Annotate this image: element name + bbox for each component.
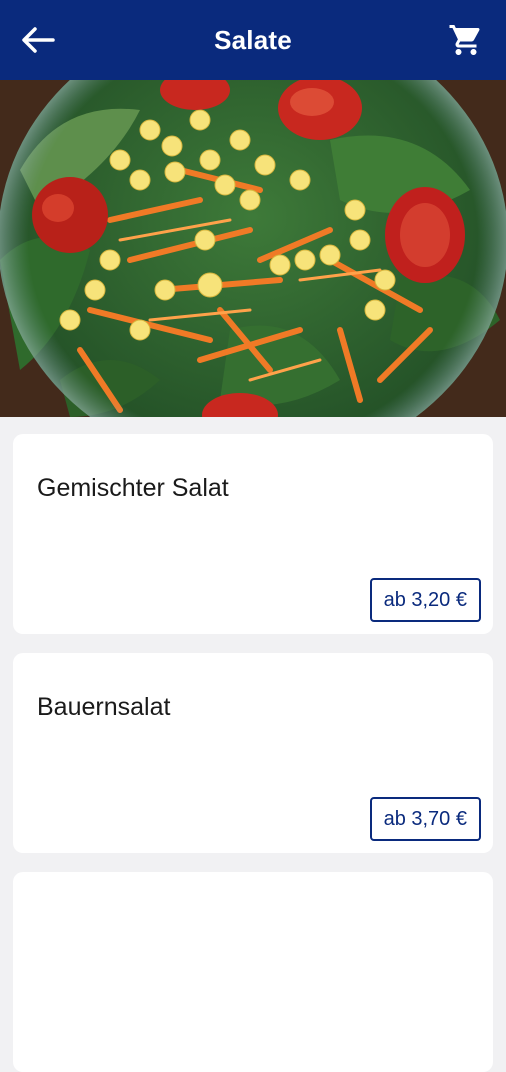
arrow-left-icon	[22, 27, 55, 53]
product-card-partial[interactable]	[13, 872, 493, 1072]
app-bar: Salate	[0, 0, 506, 80]
salad-bowl-photo	[0, 80, 506, 417]
price-button[interactable]: ab 3,20 €	[369, 578, 481, 622]
cart-button[interactable]	[446, 20, 486, 60]
product-list: Gemischter Salat ab 3,20 € Bauernsalat a…	[0, 417, 506, 1072]
back-button[interactable]	[18, 22, 58, 58]
product-card[interactable]: Bauernsalat ab 3,70 €	[13, 653, 493, 853]
shopping-cart-icon	[449, 25, 480, 55]
product-card[interactable]: Gemischter Salat ab 3,20 €	[13, 434, 493, 634]
product-name: Gemischter Salat	[37, 474, 229, 502]
product-name: Bauernsalat	[37, 693, 171, 721]
page-title: Salate	[214, 24, 292, 55]
price-button[interactable]: ab 3,70 €	[369, 797, 481, 841]
category-hero-image	[0, 80, 506, 417]
